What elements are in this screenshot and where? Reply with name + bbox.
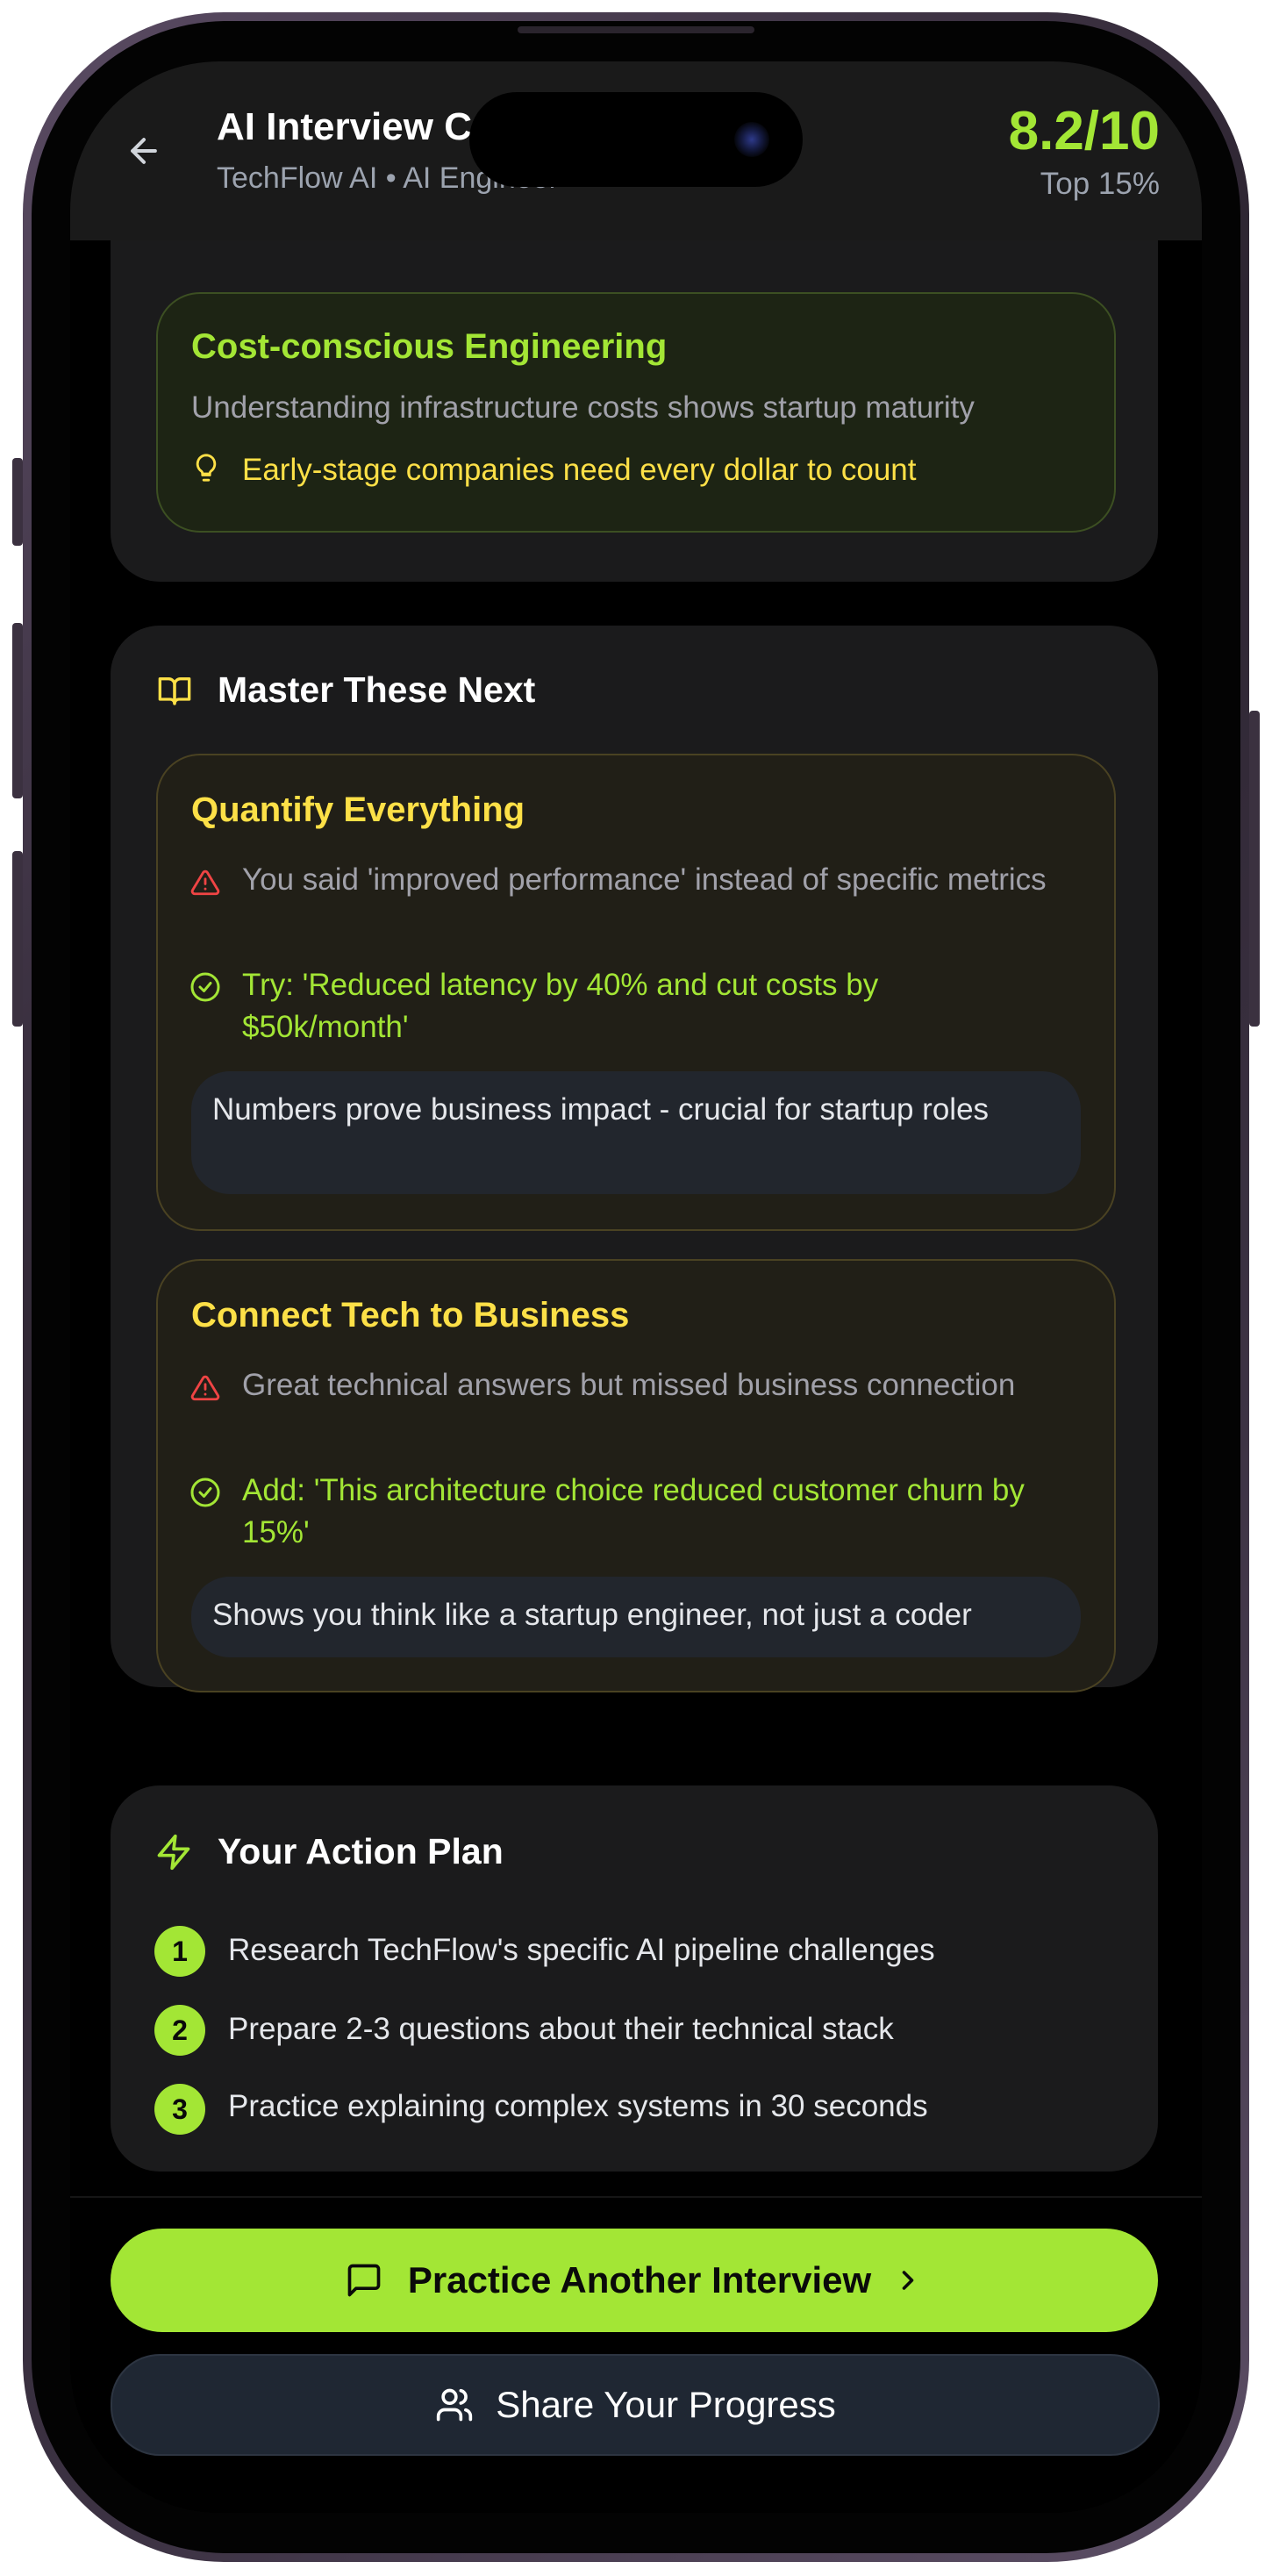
power-button (1249, 711, 1260, 1027)
improvement-title: Connect Tech to Business (191, 1296, 630, 1335)
book-open-icon (158, 677, 191, 705)
practice-another-interview-button[interactable]: Practice Another Interview (111, 2229, 1158, 2332)
step-text: Research TechFlow's specific AI pipeline… (228, 1933, 935, 1967)
strength-tip: Early-stage companies need every dollar … (242, 453, 917, 487)
practice-button-label: Practice Another Interview (407, 2259, 872, 2301)
lightbulb-icon (196, 454, 217, 482)
silent-switch (12, 458, 23, 546)
strength-item: Cost-conscious Engineering Understanding… (156, 292, 1116, 533)
volume-down-button (12, 851, 23, 1027)
improvement-item: Connect Tech to Business Great technical… (156, 1259, 1116, 1692)
alert-triangle-icon (190, 869, 220, 896)
app-screen: Cost-conscious Engineering Understanding… (70, 61, 1202, 2513)
step-text: Practice explaining complex systems in 3… (228, 2089, 928, 2123)
strength-title: Cost-conscious Engineering (191, 327, 668, 366)
arrow-left-icon[interactable] (125, 132, 163, 170)
improvement-suggestion: Try: 'Reduced latency by 40% and cut cos… (242, 968, 879, 1044)
improvement-note: Numbers prove business impact - crucial … (191, 1071, 1081, 1194)
strength-description: Understanding infrastructure costs shows… (191, 390, 975, 425)
action-plan-heading: Your Action Plan (218, 1831, 504, 1871)
improvement-title: Quantify Everything (191, 791, 525, 829)
step-number: 1 (154, 1926, 205, 1977)
dynamic-island (469, 92, 803, 187)
action-plan-card: Your Action Plan 1 Research TechFlow's s… (111, 1785, 1158, 2172)
check-circle-icon (190, 1478, 220, 1507)
step-number: 2 (154, 2005, 205, 2056)
improvement-note: Shows you think like a startup engineer,… (191, 1577, 1081, 1657)
message-square-icon (347, 2264, 381, 2297)
alert-triangle-icon (190, 1375, 220, 1401)
users-icon (437, 2388, 473, 2422)
master-next-heading: Master These Next (218, 669, 536, 710)
improvement-item: Quantify Everything You said 'improved p… (156, 754, 1116, 1231)
improvement-issue: Great technical answers but missed busin… (242, 1368, 1016, 1402)
volume-up-button (12, 623, 23, 798)
chevron-right-icon (902, 2271, 914, 2290)
earpiece-speaker (518, 26, 754, 33)
step-text: Prepare 2-3 questions about their techni… (228, 2012, 894, 2046)
check-circle-icon (190, 972, 220, 1002)
overall-score: 8.2/10 (1008, 101, 1160, 161)
camera-icon (734, 122, 769, 157)
share-progress-button[interactable]: Share Your Progress (111, 2354, 1160, 2456)
share-button-label: Share Your Progress (496, 2384, 836, 2425)
improvement-issue: You said 'improved performance' instead … (242, 862, 1047, 897)
rank-badge: Top 15% (1040, 167, 1160, 201)
step-number: 3 (154, 2084, 205, 2135)
master-next-card: Master These Next Quantify Everything Yo… (111, 626, 1158, 1692)
improvement-suggestion: Add: 'This architecture choice reduced c… (242, 1473, 1025, 1549)
zap-icon (157, 1834, 190, 1871)
